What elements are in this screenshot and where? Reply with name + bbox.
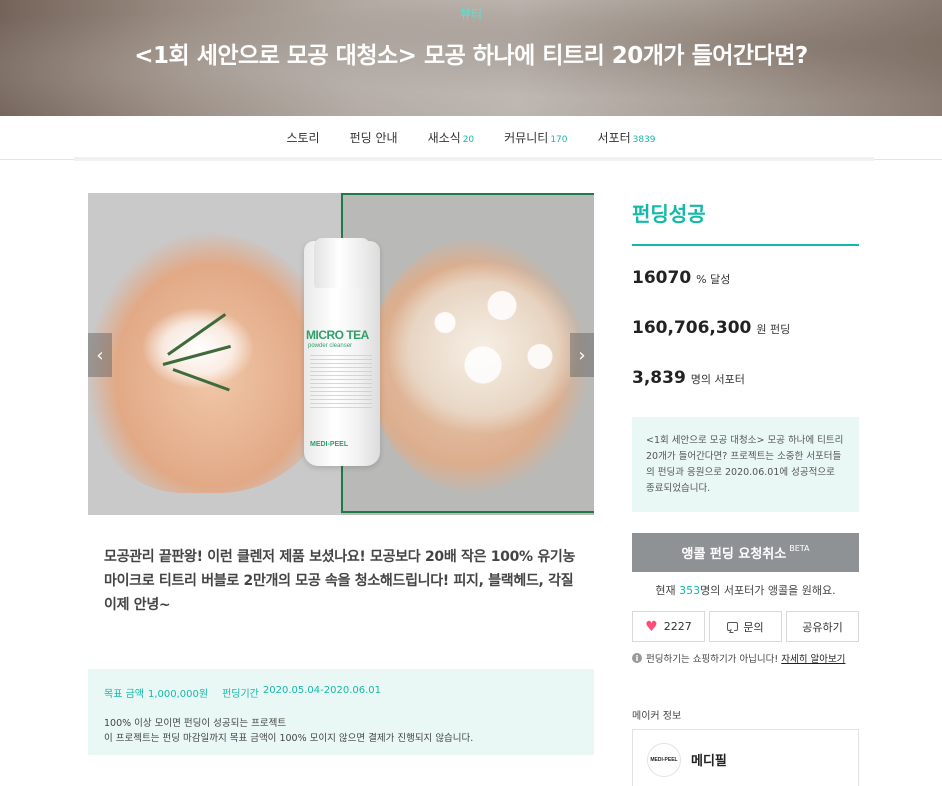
tab-label: 펀딩 안내 [349,131,398,145]
learn-more-link[interactable]: 자세히 알아보기 [781,651,845,665]
goal-info-box: 목표 금액 1,000,000원 펀딩기간 2020.05.04-2020.06… [88,669,594,755]
inquiry-label: 문의 [743,620,764,634]
tab-story[interactable]: 스토리 [286,129,319,146]
tab-bar: 스토리 펀딩 안내 새소식 20 커뮤니티 170 서포터 3839 [0,116,942,160]
prev-slide-button[interactable]: ‹ [88,333,112,377]
product-image-carousel[interactable]: MICRO TEA powder cleanser MEDI-PEEL ‹ › [88,193,594,515]
goal-target-value: 1,000,000원 [147,689,209,700]
tab-count: 170 [550,135,568,145]
tab-supporters[interactable]: 서포터 3839 [598,129,656,146]
tab-count: 20 [462,135,475,145]
like-button[interactable]: ♥ 2227 [632,611,705,642]
status-divider [632,244,859,246]
result-message: <1회 세안으로 모공 대청소> 모공 하나에 티트리 20개가 들어간다면? … [632,417,859,512]
tab-label: 스토리 [286,131,320,145]
funded-amount: 160,706,300 원 펀딩 [632,318,790,338]
achieved-unit: % 달성 [696,273,731,286]
maker-card[interactable]: MEDI-PEEL 메디필 [632,729,859,786]
bottle-label-lines [310,355,372,410]
heart-icon: ♥ [645,618,658,635]
bottle-subtitle-text: powder cleanser [308,343,353,349]
chevron-right-icon: › [578,344,586,366]
tab-label: 새소식 [427,131,461,145]
category-label[interactable]: 뷰티 [0,5,942,22]
share-button[interactable]: 공유하기 [786,611,859,642]
maker-logo: MEDI-PEEL [647,742,681,777]
achieved-rate: 16070 % 달성 [632,268,730,288]
encore-prefix: 현재 [655,584,676,597]
action-buttons: ♥ 2227 문의 공유하기 [632,611,859,642]
tab-divider [74,157,874,161]
powder-image [143,308,253,388]
funded-value: 160,706,300 [632,318,752,338]
funding-status: 펀딩성공 [632,202,706,226]
tab-label: 서포터 [597,131,631,145]
inquiry-button[interactable]: 문의 [709,611,782,642]
maker-info-label: 메이커 정보 [632,711,682,722]
goal-note-line: 100% 이상 모이면 펀딩이 성공되는 프로젝트 [104,718,287,729]
bottle-cap-image [314,238,370,288]
goal-period-label: 펀딩기간 [222,689,259,700]
like-count: 2227 [663,620,692,633]
chat-icon [727,622,739,631]
achieved-value: 16070 [632,268,692,288]
chevron-left-icon: ‹ [96,344,104,366]
page-title: <1회 세안으로 모공 대청소> 모공 하나에 티트리 20개가 들어간다면? [134,43,808,69]
project-summary: 모공관리 끝판왕! 이런 클렌저 제품 보셨나요! 모공보다 20배 작은 10… [104,549,576,613]
next-slide-button[interactable]: › [570,333,594,377]
hero-banner: 뷰티 <1회 세안으로 모공 대청소> 모공 하나에 티트리 20개가 들어간다… [0,0,942,116]
share-label: 공유하기 [802,620,843,634]
maker-name[interactable]: 메디필 [691,750,727,769]
tab-count: 3839 [632,135,656,145]
encore-button-label: 앵콜 펀딩 요청취소 [681,547,787,562]
bottle-logo-text: MEDI-PEEL [310,441,349,448]
encore-suffix: 명의 서포터가 앵콜을 원해요. [700,584,836,597]
info-icon: i [632,653,642,663]
beta-badge: BETA [789,544,810,553]
encore-cancel-button[interactable]: 앵콜 펀딩 요청취소 BETA [632,533,859,572]
tab-community[interactable]: 커뮤니티 170 [504,129,567,146]
tab-funding-info[interactable]: 펀딩 안내 [350,129,398,146]
tab-news[interactable]: 새소식 20 [428,129,475,146]
goal-note: 100% 이상 모이면 펀딩이 성공되는 프로젝트 이 프로젝트는 펀딩 마감일… [104,716,578,746]
goal-note-line: 이 프로젝트는 펀딩 마감일까지 목표 금액이 100% 모이지 않으면 결제가… [104,733,474,744]
goal-row: 목표 금액 1,000,000원 펀딩기간 2020.05.04-2020.06… [104,685,578,700]
funded-unit: 원 펀딩 [756,323,791,336]
encore-count: 353 [679,584,701,597]
bottle-brand-text: MICRO TEA [306,328,369,342]
goal-target-label: 목표 금액 [104,689,144,700]
encore-status: 현재 353명의 서포터가 앵콜을 원해요. [632,582,859,598]
goal-period-value: 2020.05.04-2020.06.01 [262,685,382,696]
tab-label: 커뮤니티 [504,131,549,145]
funding-notice: i 펀딩하기는 쇼핑하기가 아닙니다! 자세히 알아보기 [632,651,882,665]
supporter-count: 3,839 명의 서포터 [632,368,745,388]
supporters-unit: 명의 서포터 [690,373,745,386]
supporters-value: 3,839 [632,368,686,388]
notice-text: 펀딩하기는 쇼핑하기가 아닙니다! [646,654,779,665]
